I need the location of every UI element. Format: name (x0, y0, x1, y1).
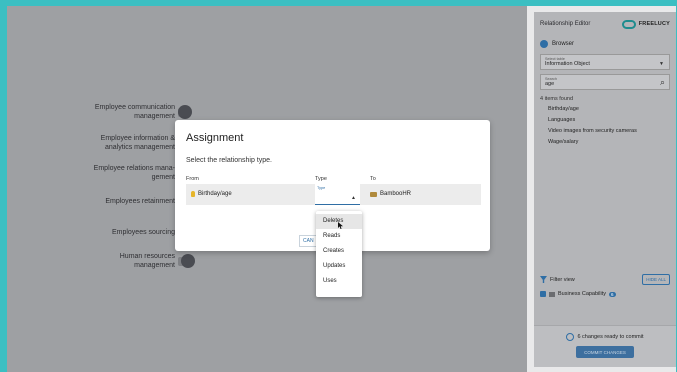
node-connector (178, 105, 192, 119)
type-select-label: Type (317, 186, 326, 190)
node-label: Employees retainment (105, 198, 175, 205)
compass-icon (540, 40, 548, 48)
select-table-dropdown[interactable]: Select table Information Object ▼ (540, 54, 670, 70)
node-connector (181, 254, 195, 268)
checkbox[interactable] (540, 291, 546, 297)
found-count: 4 items found (540, 96, 574, 102)
app-window: Employee communication management Employ… (7, 6, 676, 372)
node-label: Employees sourcing (111, 229, 175, 236)
relationship-editor-panel: Relationship Editor FREELUCY Browser Sel… (534, 12, 676, 367)
capability-icon (549, 291, 555, 297)
logo-icon (621, 19, 636, 29)
search-value: age (545, 81, 555, 87)
filter-icon (540, 276, 547, 283)
logo-text: FREELUCY (638, 21, 670, 27)
node-human-resources[interactable]: Human resources management (100, 252, 187, 270)
node-employee-relations[interactable]: Employee relations mana- gement (85, 164, 187, 182)
column-header-from: From (186, 176, 199, 182)
search-input[interactable]: Search age ⌕ (540, 74, 670, 90)
sync-icon (566, 333, 575, 341)
menu-item-updates[interactable]: Updates (316, 259, 362, 274)
result-item[interactable]: Wage/salary (534, 137, 676, 148)
commit-area: 6 changes ready to commit COMMIT CHANGES (534, 325, 676, 367)
from-value: Birthday/age (198, 191, 232, 197)
commit-status: 6 changes ready to commit (534, 333, 676, 341)
dialog-subtitle: Select the relationship type. (186, 157, 272, 164)
commit-status-text: 6 changes ready to commit (577, 334, 644, 340)
to-value: BambooHR (380, 191, 412, 197)
result-item[interactable]: Birthday/age (534, 104, 676, 115)
column-header-type: Type (315, 176, 327, 182)
type-dropdown-menu: Deletes Reads Creates Updates Uses (316, 211, 362, 297)
node-label: Human resources management (119, 253, 175, 269)
node-employee-communication[interactable]: Employee communication management (80, 103, 187, 121)
hide-all-button[interactable]: HIDE ALL (642, 274, 670, 285)
type-select[interactable]: Type ▲ (315, 184, 360, 205)
select-table-value: Information Object (545, 61, 590, 67)
caret-down-icon: ▼ (659, 61, 664, 67)
browser-label: Browser (552, 41, 575, 47)
count-badge: 6 (609, 291, 616, 297)
filter-view-row: Filter view HIDE ALL (534, 274, 676, 285)
logo: FREELUCY (621, 19, 670, 29)
node-label: Employee information & analytics managem… (100, 135, 175, 151)
column-header-to: To (370, 176, 376, 182)
dialog-title: Assignment (186, 132, 244, 144)
application-icon (370, 191, 377, 197)
panel-title: Relationship Editor (540, 21, 591, 27)
filter-item-business-capability[interactable]: Business Capability 6 (540, 291, 616, 297)
menu-item-reads[interactable]: Reads (316, 229, 362, 244)
browser-section-header: Browser (534, 36, 676, 52)
from-cell: Birthday/age (191, 191, 232, 197)
filter-label: Filter view (550, 276, 575, 283)
result-item[interactable]: Languages (534, 115, 676, 126)
lightbulb-icon (191, 191, 195, 197)
node-employee-information[interactable]: Employee information & analytics managem… (80, 134, 187, 152)
node-label: Employee communication management (94, 104, 175, 120)
menu-item-deletes[interactable]: Deletes (316, 214, 362, 229)
result-item[interactable]: Video images from security cameras (534, 126, 676, 137)
filter-item-label: Business Capability (558, 291, 606, 297)
menu-item-uses[interactable]: Uses (316, 274, 362, 289)
assignment-row: Birthday/age Type ▲ BambooHR (186, 184, 481, 205)
commit-changes-button[interactable]: COMMIT CHANGES (576, 346, 634, 358)
search-icon[interactable]: ⌕ (660, 77, 665, 88)
menu-item-label: Deletes (323, 218, 344, 224)
menu-item-creates[interactable]: Creates (316, 244, 362, 259)
caret-up-icon: ▲ (351, 195, 356, 201)
to-cell: BambooHR (370, 191, 411, 197)
panel-header: Relationship Editor FREELUCY (534, 12, 676, 36)
node-label: Employee relations mana- gement (93, 165, 175, 181)
cancel-button[interactable]: CAN (299, 235, 318, 247)
